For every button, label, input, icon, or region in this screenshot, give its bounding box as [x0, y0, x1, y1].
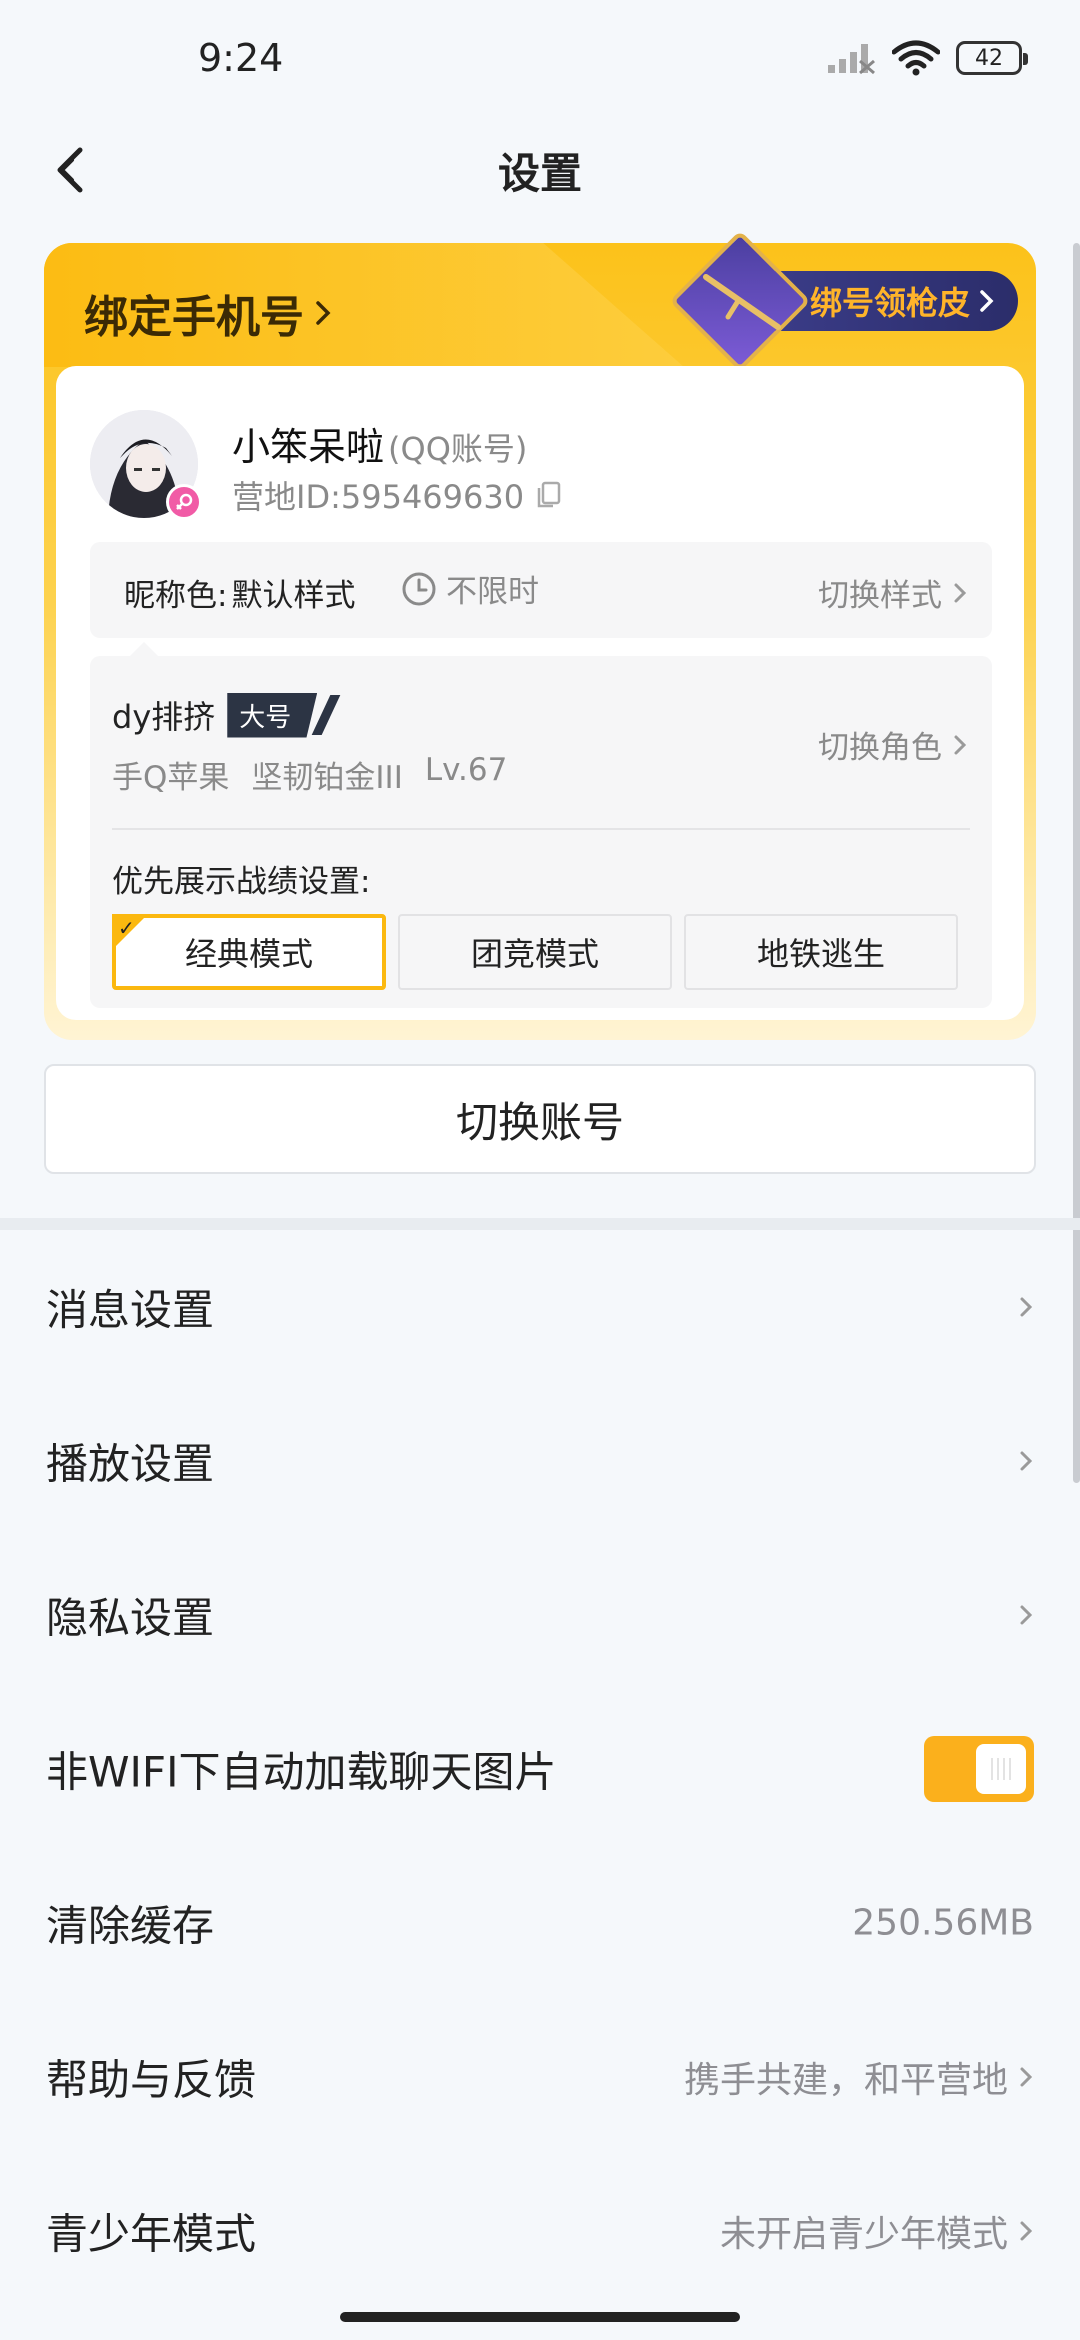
cache-size: 250.56MB — [852, 1902, 1034, 1944]
settings-item-help[interactable]: 帮助与反馈 携手共建，和平营地 — [0, 2000, 1080, 2154]
settings-item-right — [1018, 1447, 1034, 1475]
settings-item-label: 消息设置 — [46, 1285, 215, 1335]
duration-text: 不限时 — [446, 574, 539, 610]
settings-item-message[interactable]: 消息设置 — [0, 1230, 1080, 1384]
settings-item-clear-cache[interactable]: 清除缓存 250.56MB — [0, 1846, 1080, 2000]
mode-button-team[interactable]: 团竞模式 — [398, 914, 672, 990]
nickname-color-label-group: 昵称色: 默认样式 — [124, 570, 355, 615]
mode-label: 地铁逃生 — [756, 935, 885, 973]
chevron-right-icon — [980, 290, 994, 312]
header: 设置 — [0, 120, 1080, 220]
chevron-right-icon — [954, 583, 967, 602]
chevron-right-icon — [1020, 2067, 1033, 2087]
mode-label: 团竞模式 — [470, 935, 599, 973]
settings-item-label: 播放设置 — [46, 1439, 215, 1489]
bind-phone-button[interactable]: 绑定手机号 — [84, 281, 334, 345]
nickname: 小笨呆啦 — [232, 425, 385, 469]
mode-buttons: ✓ 经典模式 团竞模式 地铁逃生 — [112, 914, 958, 990]
switch-style-button[interactable]: 切换样式 — [818, 570, 968, 615]
chevron-right-icon — [1020, 1451, 1033, 1471]
camp-id-row: 营地ID:595469630 — [232, 472, 564, 518]
clock-icon — [402, 572, 436, 605]
settings-item-label: 非WIFI下自动加载聊天图片 — [46, 1747, 557, 1797]
chevron-right-icon — [1020, 1297, 1033, 1317]
role-info: 手Q苹果 坚韧铂金III Lv.67 — [112, 752, 507, 797]
switch-role-button[interactable]: 切换角色 — [818, 722, 968, 767]
settings-item-right: 250.56MB — [852, 1903, 1034, 1944]
divider — [112, 828, 970, 830]
priority-label: 优先展示战绩设置: — [112, 864, 371, 900]
status-icons: 42 — [826, 40, 1028, 76]
chevron-right-icon — [316, 301, 331, 325]
status-bar: 9:24 42 — [0, 0, 1080, 120]
home-indicator[interactable] — [340, 2312, 740, 2322]
battery-level: 42 — [975, 45, 1003, 71]
settings-item-right — [1018, 1293, 1034, 1321]
role-tag: 大号 — [227, 692, 318, 738]
nickname-color-duration: 不限时 — [400, 566, 539, 611]
mode-button-classic[interactable]: ✓ 经典模式 — [112, 914, 386, 990]
teen-subtitle: 未开启青少年模式 — [719, 2214, 1008, 2255]
promo-text: 绑号领枪皮 — [809, 284, 970, 322]
account-type: (QQ账号) — [388, 430, 528, 468]
settings-item-teen[interactable]: 青少年模式 未开启青少年模式 — [0, 2154, 1080, 2308]
role-name-row: dy排挤 大号 — [112, 692, 341, 738]
settings-item-label: 清除缓存 — [46, 1901, 215, 1951]
nickname-row: 小笨呆啦 (QQ账号) — [232, 416, 527, 471]
settings-item-label: 帮助与反馈 — [46, 2055, 257, 2105]
chevron-right-icon — [1020, 2221, 1033, 2241]
status-time: 9:24 — [198, 36, 284, 80]
role-platform: 手Q苹果 — [112, 760, 230, 796]
camp-id: 营地ID:595469630 — [232, 478, 525, 516]
check-icon: ✓ — [118, 916, 135, 940]
role-panel: dy排挤 大号 手Q苹果 坚韧铂金III Lv.67 切换角色 优先展示战绩设置… — [90, 642, 992, 1008]
chevron-right-icon — [1020, 1605, 1033, 1625]
switch-style-label: 切换样式 — [818, 578, 942, 614]
settings-item-wifi-autoload: 非WIFI下自动加载聊天图片 — [0, 1692, 1080, 1846]
bind-phone-label: 绑定手机号 — [84, 292, 304, 343]
battery-indicator: 42 — [956, 41, 1028, 75]
role-name: dy排挤 — [112, 698, 216, 736]
role-level: Lv.67 — [424, 752, 508, 788]
page-title: 设置 — [497, 149, 582, 198]
switch-role-label: 切换角色 — [818, 730, 942, 766]
copy-icon[interactable] — [534, 480, 564, 510]
wifi-autoload-toggle[interactable] — [924, 1736, 1034, 1802]
settings-item-right — [924, 1736, 1034, 1802]
bind-promo-banner[interactable]: 绑号领枪皮 — [669, 230, 1018, 372]
nickname-color-value: 默认样式 — [231, 578, 356, 614]
settings-item-right — [1018, 1601, 1034, 1629]
wifi-icon — [892, 40, 940, 76]
gun-skin-icon — [702, 274, 781, 330]
section-divider — [0, 1218, 1080, 1230]
signal-icon — [828, 44, 875, 75]
role-tag-stripe — [311, 695, 341, 735]
settings-item-right: 未开启青少年模式 — [720, 2205, 1034, 2257]
toggle-knob — [976, 1744, 1026, 1794]
nickname-color-label: 昵称色: — [124, 578, 228, 614]
settings-item-privacy[interactable]: 隐私设置 — [0, 1538, 1080, 1692]
female-gender-icon — [166, 484, 202, 520]
mode-button-metro[interactable]: 地铁逃生 — [684, 914, 958, 990]
settings-item-right: 携手共建，和平营地 — [684, 2051, 1034, 2103]
nickname-color-row: 昵称色: 默认样式 不限时 切换样式 — [90, 542, 992, 638]
settings-item-label: 青少年模式 — [46, 2209, 257, 2259]
role-rank: 坚韧铂金III — [251, 760, 403, 796]
help-subtitle: 携手共建，和平营地 — [683, 2060, 1008, 2101]
settings-item-label: 隐私设置 — [46, 1593, 215, 1643]
chevron-right-icon — [954, 735, 967, 754]
settings-list: 消息设置 播放设置 隐私设置 非WIFI下自动加载聊天图片 清除缓存 250.5… — [0, 1230, 1080, 2308]
switch-account-button[interactable]: 切换账号 — [44, 1064, 1036, 1174]
settings-item-playback[interactable]: 播放设置 — [0, 1384, 1080, 1538]
mode-label: 经典模式 — [184, 935, 313, 973]
